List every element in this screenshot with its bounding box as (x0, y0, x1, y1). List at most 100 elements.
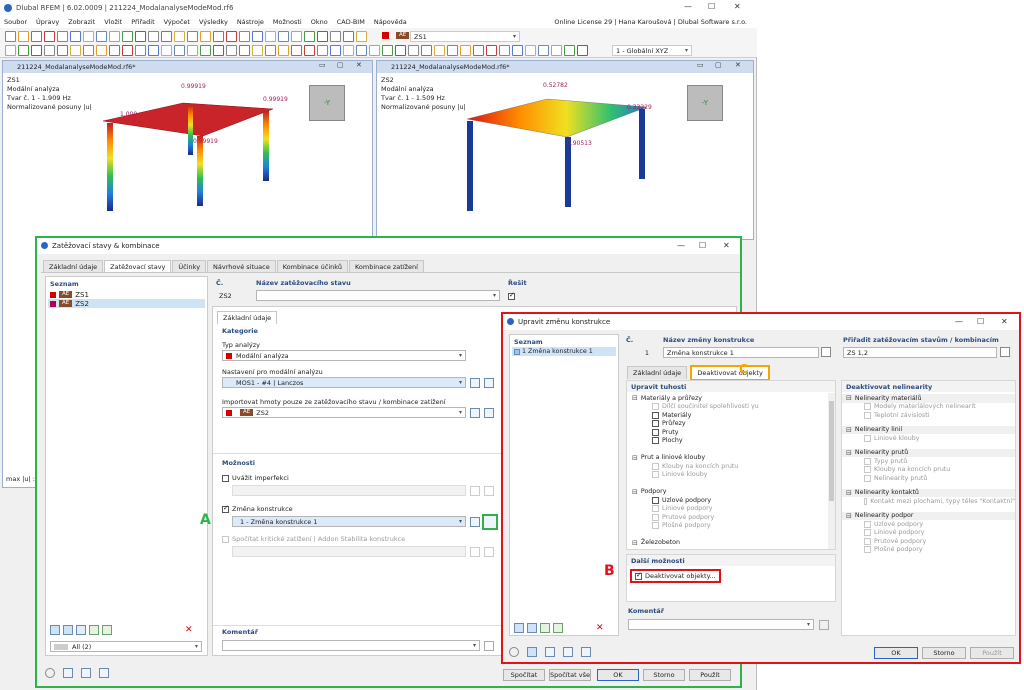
mod-dialog-maximize[interactable]: ☐ (977, 317, 984, 326)
mod-comment-icon[interactable] (819, 620, 829, 630)
view-left-max[interactable]: ▢ (337, 61, 344, 69)
toolbar-button[interactable] (434, 44, 445, 56)
toolbar-button[interactable] (148, 30, 159, 42)
toolbar-button[interactable] (408, 44, 419, 56)
stiffness-checkbox[interactable] (652, 428, 659, 436)
view-right-close[interactable]: ✕ (735, 61, 741, 69)
stiffness-scrollbar[interactable] (828, 393, 835, 549)
calculate-all-button[interactable]: Spočítat vše (549, 669, 591, 681)
toolbar-button[interactable] (57, 30, 68, 42)
toolbar-button[interactable] (70, 44, 81, 56)
toolbar-button[interactable] (499, 44, 510, 56)
toolbar-button[interactable] (551, 44, 562, 56)
stiffness-tree-item[interactable]: ⊟ Materiály a průřezy (630, 394, 825, 403)
toolbar-button[interactable] (187, 30, 198, 42)
renumber-icon[interactable] (102, 625, 112, 635)
toolbar-button[interactable] (356, 44, 367, 56)
imperfection-option[interactable]: Uvážit imperfekci (222, 474, 289, 482)
toolbar-button[interactable] (122, 30, 133, 42)
new-change-icon[interactable] (470, 517, 480, 527)
collapse-icon[interactable]: ⊟ (846, 512, 852, 520)
nonlin-group-header[interactable]: ⊟ Nelinearity podpor (842, 511, 1015, 520)
stiffness-tree-item[interactable]: ⊟ Prut a liniové klouby (630, 454, 825, 463)
toolbar-button[interactable] (421, 44, 432, 56)
toolbar-button[interactable] (122, 44, 133, 56)
toolbar-button[interactable] (330, 44, 341, 56)
toolbar-button[interactable] (473, 44, 484, 56)
toolbar-button[interactable] (18, 30, 29, 42)
toolbar-button[interactable] (369, 44, 380, 56)
menu-item[interactable]: Možnosti (273, 18, 302, 26)
edit-setting-icon[interactable] (484, 378, 494, 388)
toolbar-button[interactable] (213, 30, 224, 42)
toolbar-button[interactable] (525, 44, 536, 56)
toolbar-button[interactable] (304, 30, 315, 42)
apply-button[interactable]: Použít (689, 669, 731, 681)
calculate-button[interactable]: Spočítat (503, 669, 545, 681)
lc-subtab-basic[interactable]: Základní údaje (217, 311, 278, 324)
mod-dialog-minimize[interactable]: — (955, 317, 963, 326)
edit-change-icon[interactable] (482, 514, 498, 530)
stiffness-tree-item[interactable]: Uzlové podpory (630, 496, 825, 505)
mod-sort-icon[interactable] (540, 623, 550, 633)
toolbar-button[interactable] (252, 30, 263, 42)
coord-system-select[interactable]: 1 - Globální XYZ ▾ (612, 45, 692, 56)
toolbar-button[interactable] (83, 30, 94, 42)
maximize-button[interactable]: ☐ (708, 2, 715, 11)
collapse-icon[interactable]: ⊟ (846, 489, 852, 497)
toolbar-button[interactable] (109, 44, 120, 56)
toolbar-button[interactable] (70, 30, 81, 42)
mod-search-icon[interactable] (509, 647, 519, 657)
analysis-type-select[interactable]: Modální analýza ▾ (222, 350, 466, 361)
stiffness-tree-item[interactable]: Materiály (630, 411, 825, 420)
toolbar-button[interactable] (213, 44, 224, 56)
copy-icon[interactable] (63, 625, 73, 635)
lc-filter-select[interactable]: All (2) ▾ (50, 641, 202, 652)
stiffness-tree-item[interactable]: ⊟ Železobeton (630, 539, 825, 548)
toolbar-button[interactable] (44, 30, 55, 42)
mod-tab-basic[interactable]: Základní údaje (627, 366, 688, 379)
stiffness-tree-item[interactable]: Klouby na koncích prutu (630, 462, 825, 471)
mod-comment-field[interactable]: ▾ (628, 619, 814, 630)
toolbar-button[interactable] (96, 30, 107, 42)
menu-item[interactable]: Soubor (4, 18, 27, 26)
import-icon[interactable] (76, 625, 86, 635)
stiffness-checkbox[interactable] (652, 496, 659, 504)
search-icon[interactable] (45, 668, 55, 678)
stiffness-tree-item[interactable]: Pruty (630, 428, 825, 437)
toolbar-button[interactable] (343, 30, 354, 42)
minimize-button[interactable]: — (684, 2, 692, 11)
sort-icon[interactable] (89, 625, 99, 635)
view-left-close[interactable]: ✕ (356, 61, 362, 69)
toolbar-button[interactable] (486, 44, 497, 56)
mod-delete-icon[interactable]: ✕ (596, 623, 604, 633)
toolbar-button[interactable] (148, 44, 159, 56)
new-mass-icon[interactable] (470, 408, 480, 418)
structure-change-checkbox[interactable] (222, 504, 229, 513)
toolbar-button[interactable] (512, 44, 523, 56)
menu-item[interactable]: CAD-BIM (337, 18, 365, 26)
toolbar-button[interactable] (291, 44, 302, 56)
nonlin-group-header[interactable]: ⊟ Nelinearity kontaktů (842, 488, 1015, 497)
close-button[interactable]: ✕ (734, 2, 741, 11)
menu-item[interactable]: Vložit (104, 18, 122, 26)
mod-dialog-close[interactable]: ✕ (1001, 317, 1008, 326)
ok-button[interactable]: OK (597, 669, 639, 681)
toolbar-button[interactable] (460, 44, 471, 56)
comment-field[interactable]: ▾ (222, 640, 480, 651)
stiffness-tree-item[interactable]: Průřezy (630, 420, 825, 429)
mod-assign-icon[interactable] (1000, 347, 1010, 357)
toolbar-button[interactable] (57, 44, 68, 56)
menu-item[interactable]: Okno (311, 18, 328, 26)
stiffness-tree-item[interactable]: Liniové podpory (630, 505, 825, 514)
toolbar-button[interactable] (174, 30, 185, 42)
toolbar-button[interactable] (252, 44, 263, 56)
toolbar-button[interactable] (174, 44, 185, 56)
view-window-right[interactable]: 211224_ModalanalyseModeMod.rf6* ▭ ▢ ✕ ZS… (376, 60, 754, 240)
lc-no-field[interactable]: ZS2 (216, 290, 242, 301)
menu-item[interactable]: Nástroje (237, 18, 264, 26)
toolbar-button[interactable] (18, 44, 29, 56)
toolbar-button[interactable] (291, 30, 302, 42)
structure-change-option[interactable]: Změna konstrukce (222, 504, 293, 513)
toolbar-button[interactable] (5, 44, 16, 56)
